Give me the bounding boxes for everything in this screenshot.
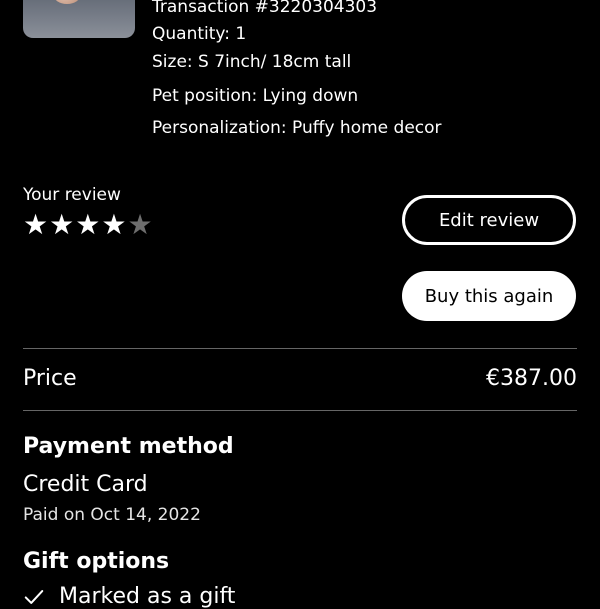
star-filled-icon: ★ bbox=[23, 208, 49, 241]
your-review-label: Your review bbox=[23, 185, 121, 205]
gift-marked-row: Marked as a gift bbox=[23, 584, 235, 609]
review-stars: ★ ★ ★ ★ ★ bbox=[23, 211, 153, 239]
checkmark-icon bbox=[24, 589, 44, 604]
star-empty-icon: ★ bbox=[127, 208, 153, 241]
personalization-text: Personalization: Puffy home decor bbox=[152, 118, 442, 138]
star-filled-icon: ★ bbox=[75, 208, 101, 241]
transaction-number: Transaction #3220304303 bbox=[152, 0, 378, 17]
payment-method-title: Payment method bbox=[23, 434, 234, 459]
star-filled-icon: ★ bbox=[101, 208, 127, 241]
gift-options-title: Gift options bbox=[23, 549, 170, 574]
price-value: €387.00 bbox=[486, 366, 577, 391]
product-thumbnail[interactable] bbox=[23, 0, 135, 38]
price-label: Price bbox=[23, 366, 77, 391]
edit-review-button[interactable]: Edit review bbox=[402, 195, 576, 245]
quantity-text: Quantity: 1 bbox=[152, 24, 247, 44]
product-image-detail bbox=[53, 0, 81, 4]
divider-bottom bbox=[23, 410, 577, 411]
price-row: Price €387.00 bbox=[23, 366, 577, 391]
gift-marked-text: Marked as a gift bbox=[59, 584, 236, 609]
paid-on-date: Paid on Oct 14, 2022 bbox=[23, 505, 201, 525]
divider-top bbox=[23, 348, 577, 349]
size-text: Size: S 7inch/ 18cm tall bbox=[152, 52, 352, 72]
pet-position-text: Pet position: Lying down bbox=[152, 86, 359, 106]
star-filled-icon: ★ bbox=[49, 208, 75, 241]
buy-again-button[interactable]: Buy this again bbox=[402, 271, 576, 321]
payment-method-value: Credit Card bbox=[23, 472, 148, 497]
